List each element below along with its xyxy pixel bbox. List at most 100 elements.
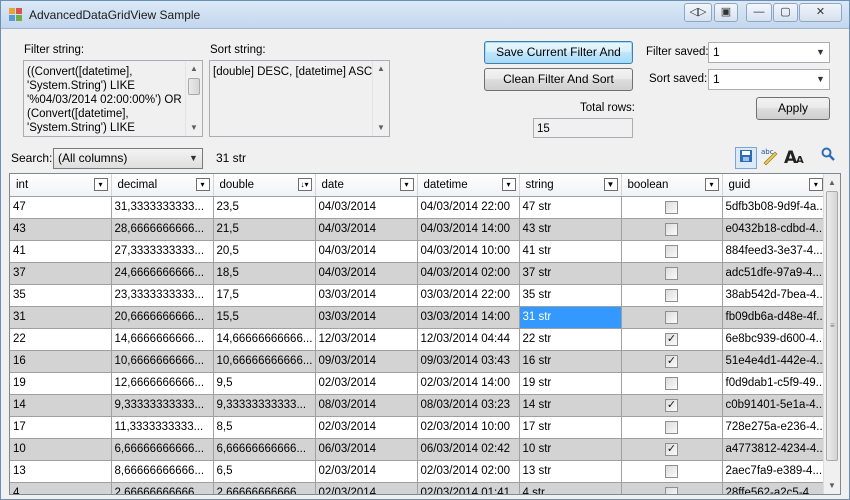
close-button[interactable]: ✕ [799, 3, 842, 22]
scroll-up-icon[interactable]: ▲ [373, 61, 389, 77]
cell-decimal[interactable]: 27,3333333333... [111, 240, 214, 263]
save-icon[interactable] [735, 147, 757, 169]
column-filter-icon[interactable]: ▾ [704, 178, 719, 191]
table-row[interactable]: 43 28,6666666666... 21,5 04/03/2014 04/03/20… [10, 218, 827, 241]
cell-date[interactable]: 04/03/2014 [315, 240, 418, 263]
cell-decimal[interactable]: 2,66666666666... [111, 482, 214, 494]
table-row[interactable]: 14 9,33333333333... 9,33333333333... 08/03/… [10, 394, 827, 417]
checkbox-icon[interactable] [665, 266, 678, 280]
maximize-button[interactable]: ▢ [773, 3, 798, 22]
table-row[interactable]: 16 10,6666666666... 10,66666666666... 09/03… [10, 350, 827, 373]
grid-scrollbar[interactable]: ▲ ≡ ▼ [823, 174, 840, 494]
cell-boolean[interactable]: ✓ [621, 350, 723, 373]
cell-string[interactable]: 43 str [519, 218, 622, 241]
cell-int[interactable]: 37 [10, 262, 112, 285]
cell-boolean[interactable] [621, 482, 723, 494]
checkbox-icon[interactable] [665, 420, 678, 434]
table-row[interactable]: 37 24,6666666666... 18,5 04/03/2014 04/03/20… [10, 262, 827, 285]
cell-datetime[interactable]: 03/03/2014 14:00 [417, 306, 520, 329]
column-header-date[interactable]: date ▾ [315, 174, 418, 197]
cell-datetime[interactable]: 02/03/2014 14:00 [417, 372, 520, 395]
column-filter-icon[interactable]: ▾ [501, 178, 516, 191]
column-filter-icon[interactable]: ▾ [808, 178, 823, 191]
chevron-down-icon[interactable]: ▼ [185, 149, 202, 168]
cell-decimal[interactable]: 11,3333333333... [111, 416, 214, 439]
cell-decimal[interactable]: 28,6666666666... [111, 218, 214, 241]
cell-boolean[interactable] [621, 240, 723, 263]
cell-int[interactable]: 14 [10, 394, 112, 417]
cell-int[interactable]: 41 [10, 240, 112, 263]
cell-datetime[interactable]: 04/03/2014 02:00 [417, 262, 520, 285]
cell-guid[interactable]: 28ffe562-a2c5-4... [722, 482, 827, 494]
cell-guid[interactable]: f0d9dab1-c5f9-49... [722, 372, 827, 395]
cell-int[interactable]: 43 [10, 218, 112, 241]
checkbox-icon[interactable] [665, 244, 678, 258]
data-grid[interactable]: int ▾ decimal ▾ double ↓▾ date ▾ datetime ▾ string… [9, 173, 841, 495]
cell-date[interactable]: 08/03/2014 [315, 394, 418, 417]
checkbox-checked-icon[interactable]: ✓ [665, 354, 678, 368]
table-row[interactable]: 17 11,3333333333... 8,5 02/03/2014 02/03/201… [10, 416, 827, 439]
search-icon[interactable] [817, 146, 839, 168]
cell-guid[interactable]: 6e8bc939-d600-4... [722, 328, 827, 351]
cell-int[interactable]: 16 [10, 350, 112, 373]
scroll-up-icon[interactable]: ▲ [824, 174, 840, 191]
checkbox-checked-icon[interactable]: ✓ [665, 398, 678, 412]
checkbox-icon[interactable] [665, 200, 678, 214]
column-filter-icon[interactable]: ▼ [603, 178, 618, 191]
clean-filter-sort-button[interactable]: Clean Filter And Sort [484, 68, 633, 91]
cell-date[interactable]: 04/03/2014 [315, 218, 418, 241]
sort-scrollbar[interactable]: ▲ ▼ [372, 61, 389, 136]
table-row[interactable]: 19 12,6666666666... 9,5 02/03/2014 02/03/201… [10, 372, 827, 395]
filter-scrollbar[interactable]: ▲ ▼ [185, 61, 202, 136]
cell-guid[interactable]: adc51dfe-97a9-4... [722, 262, 827, 285]
scroll-down-icon[interactable]: ▼ [186, 120, 202, 136]
sort-string-box[interactable]: [double] DESC, [datetime] ASC ▲ ▼ [209, 60, 390, 137]
cell-boolean[interactable]: ✓ [621, 328, 723, 351]
column-header-int[interactable]: int ▾ [10, 174, 112, 197]
checkbox-checked-icon[interactable]: ✓ [665, 442, 678, 456]
search-input[interactable]: 31 str [216, 151, 246, 165]
cell-double[interactable]: 21,5 [213, 218, 316, 241]
cell-datetime[interactable]: 04/03/2014 10:00 [417, 240, 520, 263]
cell-int[interactable]: 17 [10, 416, 112, 439]
table-row[interactable]: 10 6,66666666666... 6,66666666666... 06/03/… [10, 438, 827, 461]
cell-int[interactable]: 22 [10, 328, 112, 351]
chevron-down-icon[interactable]: ▼ [812, 70, 829, 89]
cell-guid[interactable]: 728e275a-e236-4... [722, 416, 827, 439]
cell-boolean[interactable] [621, 284, 723, 307]
cell-string[interactable]: 10 str [519, 438, 622, 461]
cell-datetime[interactable]: 08/03/2014 03:23 [417, 394, 520, 417]
cell-date[interactable]: 06/03/2014 [315, 438, 418, 461]
column-header-boolean[interactable]: boolean ▾ [621, 174, 723, 197]
cell-double[interactable]: 23,5 [213, 196, 316, 219]
cell-boolean[interactable] [621, 262, 723, 285]
cell-int[interactable]: 31 [10, 306, 112, 329]
cell-guid[interactable]: 2aec7fa9-e389-4... [722, 460, 827, 483]
scroll-down-icon[interactable]: ▼ [824, 477, 840, 494]
cell-guid[interactable]: c0b91401-5e1a-4... [722, 394, 827, 417]
column-header-double[interactable]: double ↓▾ [213, 174, 316, 197]
column-header-string[interactable]: string ▼ [519, 174, 622, 197]
cell-guid[interactable]: a4773812-4234-4... [722, 438, 827, 461]
cell-guid[interactable]: 51e4e4d1-442e-4... [722, 350, 827, 373]
column-header-datetime[interactable]: datetime ▾ [417, 174, 520, 197]
cell-decimal[interactable]: 6,66666666666... [111, 438, 214, 461]
cell-boolean[interactable] [621, 196, 723, 219]
checkbox-icon[interactable] [665, 486, 678, 494]
cell-decimal[interactable]: 20,6666666666... [111, 306, 214, 329]
title-bar[interactable]: AdvancedDataGridView Sample ◁▷ ▣ — ▢ ✕ [1, 1, 849, 29]
cell-double[interactable]: 8,5 [213, 416, 316, 439]
filter-saved-select[interactable]: 1 ▼ [708, 42, 830, 63]
cell-string[interactable]: 47 str [519, 196, 622, 219]
cell-boolean[interactable] [621, 460, 723, 483]
table-row[interactable]: 13 8,66666666666... 6,5 02/03/2014 02/03/201… [10, 460, 827, 483]
cell-boolean[interactable] [621, 372, 723, 395]
cell-string[interactable]: 22 str [519, 328, 622, 351]
cell-boolean[interactable]: ✓ [621, 438, 723, 461]
cell-string[interactable]: 14 str [519, 394, 622, 417]
cell-date[interactable]: 03/03/2014 [315, 306, 418, 329]
cell-int[interactable]: 35 [10, 284, 112, 307]
cell-date[interactable]: 02/03/2014 [315, 482, 418, 494]
table-row[interactable]: 31 20,6666666666... 15,5 03/03/2014 03/03/20… [10, 306, 827, 329]
checkbox-icon[interactable] [665, 222, 678, 236]
